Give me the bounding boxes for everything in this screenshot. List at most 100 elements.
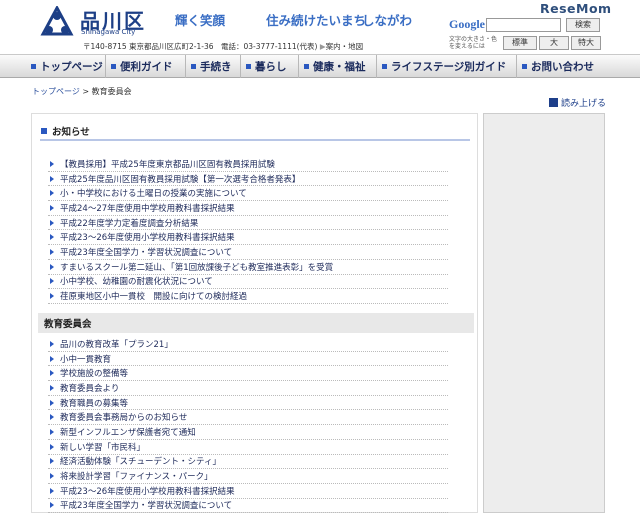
list-item[interactable]: 小中学校、幼稚園の耐震化状況について: [48, 275, 448, 290]
list-item-label: 教育委員会より: [60, 383, 120, 394]
square-bullet-icon: [246, 64, 251, 69]
slogan-3: しながわ: [362, 13, 413, 28]
list-item-label: 教育委員会事務局からのお知らせ: [60, 413, 188, 424]
map-link[interactable]: 案内・地図: [326, 42, 364, 51]
watermark: ReseMom: [540, 1, 612, 16]
list-item-label: 平成25年度品川区固有教員採用試験【第一次選考合格者発表】: [60, 174, 301, 185]
nav-top[interactable]: トップページ: [0, 55, 106, 78]
nav-label: 手続き: [200, 61, 232, 73]
square-bullet-icon: [522, 64, 527, 69]
square-bullet-icon: [111, 64, 116, 69]
arrow-right-icon: [50, 414, 54, 421]
address-text: 〒140-8715 東京都品川区広町2-1-36 電話：03-3777-1111…: [83, 42, 318, 51]
speaker-icon: [549, 98, 558, 107]
nav-guide[interactable]: 便利ガイド: [106, 55, 186, 78]
arrow-right-icon: [50, 487, 54, 494]
list-item-label: 平成23〜26年度使用小学校用教科書採択結果: [60, 233, 235, 244]
shinagawa-logo-icon[interactable]: [40, 6, 74, 40]
read-aloud-button[interactable]: 読み上げる: [549, 96, 606, 109]
site-header: 品川区 Shinagawa City 輝く笑顔 住み続けたいまち しながわ 〒1…: [0, 0, 640, 52]
font-size-label: 文字の大きさ・色を変えるには: [449, 36, 498, 50]
nav-living[interactable]: 暮らし: [241, 55, 299, 78]
read-aloud-label: 読み上げる: [561, 99, 607, 109]
nav-label: お問い合わせ: [531, 61, 594, 73]
arrow-right-icon: [50, 293, 54, 300]
list-item[interactable]: 経済活動体験「スチューデント・シティ」: [48, 455, 448, 470]
square-bullet-icon: [41, 128, 47, 134]
notices-heading: お知らせ: [40, 123, 470, 141]
list-item-label: 荏原東地区小中一貫校 開設に向けての検討経過: [60, 292, 248, 303]
list-item[interactable]: すまいるスクール第二延山、「第1回放課後子ども教室推進表彰」を受賞: [48, 260, 448, 275]
arrow-right-icon: [50, 248, 54, 255]
list-item[interactable]: 教育委員会事務局からのお知らせ: [48, 410, 448, 426]
list-item[interactable]: 品川の教育改革「プラン21」: [48, 337, 448, 352]
list-item[interactable]: 新型インフルエンザ保護者宛て通知: [48, 425, 448, 440]
list-item[interactable]: 平成22年度学力定着度調査分析結果: [48, 216, 448, 231]
google-label: Google: [449, 17, 485, 31]
font-xlarge-button[interactable]: 特大: [571, 36, 601, 50]
nav-health[interactable]: 健康・福祉: [299, 55, 377, 78]
address: 〒140-8715 東京都品川区広町2-1-36 電話：03-3777-1111…: [83, 41, 363, 52]
arrow-right-icon: [50, 190, 54, 197]
arrow-right-icon: [50, 384, 54, 391]
search-button[interactable]: 検索: [566, 18, 600, 32]
list-item[interactable]: 荏原東地区小中一貫校 開設に向けての検討経過: [48, 289, 448, 304]
nav-label: ライフステージ別ガイド: [391, 61, 507, 73]
font-standard-button[interactable]: 標準: [503, 36, 537, 50]
list-item[interactable]: 【教員採用】平成25年度東京都品川区固有教員採用試験: [48, 157, 448, 172]
list-item-label: 新型インフルエンザ保護者宛て通知: [60, 427, 196, 438]
list-item[interactable]: 平成23〜26年度使用小学校用教科書採択結果: [48, 484, 448, 499]
list-item[interactable]: 平成25年度品川区固有教員採用試験【第一次選考合格者発表】: [48, 172, 448, 187]
arrow-right-icon: [50, 428, 54, 435]
list-item[interactable]: 新しい学習「市民科」: [48, 440, 448, 455]
list-item-label: 学校施設の整備等: [60, 369, 129, 380]
arrow-right-icon: [50, 458, 54, 465]
list-item-label: すまいるスクール第二延山、「第1回放課後子ども教室推進表彰」を受賞: [60, 262, 334, 273]
nav-label: トップページ: [40, 61, 103, 73]
committee-list: 品川の教育改革「プラン21」 小中一貫教育 学校施設の整備等 教育委員会より 教…: [48, 337, 448, 513]
arrow-right-icon: [50, 502, 54, 509]
list-item-label: 小・中学校における土曜日の授業の実施について: [60, 189, 247, 200]
list-item-label: 【教員採用】平成25年度東京都品川区固有教員採用試験: [60, 159, 275, 170]
list-item[interactable]: 平成24〜27年度使用中学校用教科書採択結果: [48, 201, 448, 216]
square-bullet-icon: [191, 64, 196, 69]
nav-contact[interactable]: お問い合わせ: [517, 55, 640, 78]
square-bullet-icon: [304, 64, 309, 69]
arrow-right-icon: [50, 219, 54, 226]
list-item[interactable]: 平成23〜26年度使用小学校用教科書採択結果: [48, 230, 448, 246]
arrow-right-icon: [50, 473, 54, 480]
sidebar: [483, 113, 605, 513]
slogan-2: 住み続けたいまち: [266, 13, 367, 28]
nav-label: 便利ガイド: [120, 61, 173, 73]
nav-lifestage[interactable]: ライフステージ別ガイド: [377, 55, 517, 78]
breadcrumb-home[interactable]: トップページ: [32, 87, 80, 96]
list-item-label: 平成24〜27年度使用中学校用教科書採択結果: [60, 203, 235, 214]
breadcrumb: トップページ > 教育委員会: [32, 86, 132, 97]
committee-heading: 教育委員会: [38, 313, 474, 333]
global-nav: トップページ 便利ガイド 手続き 暮らし 健康・福祉 ライフステージ別ガイド お…: [0, 54, 640, 78]
list-item-label: 教育職員の募集等: [60, 398, 129, 409]
breadcrumb-separator: >: [79, 87, 92, 96]
list-item-label: 小中一貫教育: [60, 354, 112, 365]
list-item-label: 経済活動体験「スチューデント・シティ」: [60, 457, 221, 468]
breadcrumb-current: 教育委員会: [91, 87, 132, 96]
arrow-right-icon: [50, 278, 54, 285]
list-item[interactable]: 教育職員の募集等: [48, 396, 448, 411]
nav-label: 健康・福祉: [313, 61, 366, 73]
list-item[interactable]: 学校施設の整備等: [48, 366, 448, 382]
list-item[interactable]: 教育委員会より: [48, 381, 448, 396]
list-item[interactable]: 小中一貫教育: [48, 352, 448, 367]
list-item[interactable]: 平成23年度全国学力・学習状況調査について: [48, 245, 448, 260]
list-item[interactable]: 平成23年度全国学力・学習状況調査について: [48, 499, 448, 513]
arrow-right-icon: [50, 340, 54, 347]
list-item[interactable]: 小・中学校における土曜日の授業の実施について: [48, 186, 448, 202]
list-item-label: 平成22年度学力定着度調査分析結果: [60, 218, 199, 229]
nav-label: 暮らし: [255, 61, 287, 73]
nav-procedures[interactable]: 手続き: [186, 55, 241, 78]
search-input[interactable]: [486, 18, 561, 32]
list-item[interactable]: 将来設計学習「ファイナンス・パーク」: [48, 469, 448, 484]
arrow-right-icon: [50, 370, 54, 377]
arrow-right-icon: [50, 355, 54, 362]
notices-title: お知らせ: [52, 127, 90, 138]
font-large-button[interactable]: 大: [539, 36, 569, 50]
